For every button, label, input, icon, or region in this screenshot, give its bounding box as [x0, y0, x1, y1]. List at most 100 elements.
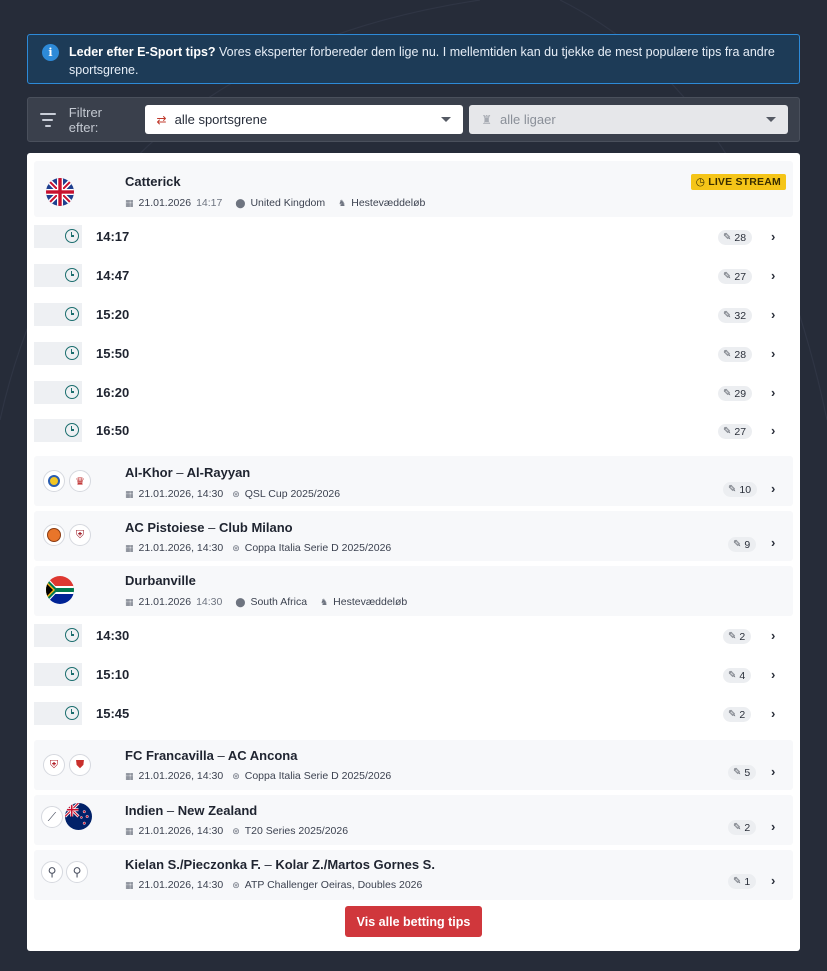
chevron-right-icon[interactable]: ›	[771, 268, 775, 283]
match-separator: –	[166, 803, 175, 818]
tips-count: 29	[734, 387, 747, 400]
calendar-icon: ▦	[125, 197, 134, 208]
race-time: 15:10	[96, 667, 130, 682]
live-stream-badge[interactable]: ◷ LIVE STREAM	[690, 174, 786, 190]
race-row[interactable]: 15:10 ✎ 4 ›	[34, 663, 793, 686]
tips-count: 32	[734, 309, 747, 322]
match-title: AC Pistoiese – Club Milano	[125, 520, 293, 535]
event-card-durbanville[interactable]: Durbanville ▦ 21.01.2026 14:30 ⬤ South A…	[34, 566, 793, 616]
tips-count-badge: ✎ 28	[718, 230, 753, 245]
location-pin-icon: ⬤	[235, 596, 246, 607]
team-logo-al-rayyan: ♛	[69, 470, 91, 492]
chevron-right-icon[interactable]: ›	[771, 307, 775, 322]
south-africa-flag-icon	[46, 576, 74, 604]
chevron-right-icon[interactable]: ›	[771, 873, 775, 888]
clock-icon	[65, 229, 79, 243]
home-team: Kielan S./Pieczonka F.	[125, 857, 261, 872]
tennis-racket-icon: ⚲	[41, 861, 63, 883]
team-logo-ac-pistoiese	[43, 524, 65, 546]
match-title: Al-Khor – Al-Rayyan	[125, 465, 250, 480]
match-card-alkhor[interactable]: ♛ Al-Khor – Al-Rayyan ▦ 21.01.2026, 14:3…	[34, 456, 793, 506]
match-separator: –	[217, 748, 225, 763]
cricket-bat-icon: ⟋	[41, 806, 63, 828]
calendar-icon: ▦	[125, 596, 134, 607]
esport-info-banner: i Leder efter E-Sport tips? Vores eksper…	[27, 34, 800, 84]
away-team: Al-Rayyan	[186, 465, 251, 480]
pencil-icon: ✎	[728, 631, 737, 642]
calendar-icon: ▦	[125, 488, 134, 499]
league-select-value: alle ligaer	[500, 112, 556, 127]
chevron-right-icon[interactable]: ›	[771, 385, 775, 400]
chevron-right-icon[interactable]: ›	[771, 229, 775, 244]
match-card-francavilla[interactable]: ⛨ ⛊ FC Francavilla – AC Ancona ▦ 21.01.2…	[34, 740, 793, 790]
pencil-icon: ✎	[728, 709, 737, 720]
calendar-icon: ▦	[125, 825, 134, 836]
event-card-catterick[interactable]: Catterick ▦ 21.01.2026 14:17 ⬤ United Ki…	[34, 161, 793, 217]
chevron-right-icon[interactable]: ›	[771, 346, 775, 361]
race-row[interactable]: 15:20 ✎ 32 ›	[34, 303, 793, 326]
race-row[interactable]: 16:20 ✎ 29 ›	[34, 381, 793, 404]
event-country: United Kingdom	[250, 197, 326, 209]
match-card-indien[interactable]: ⟋ Indien – New Zealand ▦ 21.01.2026, 14:…	[34, 795, 793, 845]
match-card-kielan[interactable]: ⚲ ⚲ Kielan S./Pieczonka F. – Kolar Z./Ma…	[34, 850, 793, 900]
event-date: 21.01.2026	[138, 596, 192, 608]
tips-count: 27	[734, 425, 747, 438]
match-meta: ▦ 21.01.2026, 14:30 ⊛ ATP Challenger Oei…	[125, 879, 422, 891]
tips-count: 2	[744, 821, 751, 834]
match-datetime: 21.01.2026, 14:30	[138, 542, 224, 554]
event-time: 14:17	[196, 197, 223, 209]
match-title: Kielan S./Pieczonka F. – Kolar Z./Martos…	[125, 857, 435, 872]
race-row[interactable]: 14:17 ✎ 28 ›	[34, 225, 793, 248]
chevron-right-icon[interactable]: ›	[771, 667, 775, 682]
race-row[interactable]: 14:30 ✎ 2 ›	[34, 624, 793, 647]
event-time: 14:30	[196, 596, 223, 608]
tips-count: 10	[739, 483, 752, 496]
tips-count-badge: ✎ 29	[718, 386, 753, 401]
match-league: ATP Challenger Oeiras, Doubles 2026	[244, 879, 423, 891]
chevron-right-icon[interactable]: ›	[771, 535, 775, 550]
chevron-right-icon[interactable]: ›	[771, 764, 775, 779]
clock-icon	[65, 628, 79, 642]
chevron-right-icon[interactable]: ›	[771, 423, 775, 438]
sport-select[interactable]: ⇄ alle sportsgrene	[144, 105, 464, 134]
tips-count: 1	[744, 875, 751, 888]
league-select[interactable]: ♜ alle ligaer	[469, 105, 788, 134]
filter-label: Filtrer efter:	[68, 104, 103, 135]
race-row[interactable]: 15:50 ✎ 28 ›	[34, 342, 793, 365]
race-row[interactable]: 16:50 ✎ 27 ›	[34, 419, 793, 442]
horse-icon: ♞	[338, 197, 347, 208]
info-text: Leder efter E-Sport tips? Vores eksperte…	[69, 45, 775, 77]
chevron-right-icon[interactable]: ›	[771, 628, 775, 643]
show-all-tips-button[interactable]: Vis alle betting tips	[345, 906, 482, 937]
info-icon: i	[42, 44, 59, 61]
home-team: FC Francavilla	[125, 748, 214, 763]
event-name: Catterick	[125, 174, 181, 189]
match-datetime: 21.01.2026, 14:30	[138, 825, 224, 837]
live-stream-label: LIVE STREAM	[708, 176, 781, 188]
league-icon: ⊛	[232, 825, 240, 836]
away-team: AC Ancona	[227, 748, 298, 763]
match-card-pistoiese[interactable]: ⛨ AC Pistoiese – Club Milano ▦ 21.01.202…	[34, 511, 793, 561]
chevron-right-icon[interactable]: ›	[771, 819, 775, 834]
race-row[interactable]: 14:47 ✎ 27 ›	[34, 264, 793, 287]
match-separator: –	[176, 465, 184, 480]
league-icon: ⊛	[232, 770, 240, 781]
location-pin-icon: ⬤	[235, 197, 246, 208]
tips-count-badge: ✎ 2	[723, 629, 752, 644]
race-time: 14:30	[96, 628, 130, 643]
filter-icon	[39, 112, 57, 127]
match-league: QSL Cup 2025/2026	[244, 488, 341, 500]
match-league: Coppa Italia Serie D 2025/2026	[244, 770, 392, 782]
race-time: 15:45	[96, 706, 130, 721]
pencil-icon: ✎	[723, 232, 732, 243]
tips-count-badge: ✎ 28	[718, 347, 753, 362]
event-name: Durbanville	[125, 573, 196, 588]
chevron-right-icon[interactable]: ›	[771, 706, 775, 721]
race-row[interactable]: 15:45 ✎ 2 ›	[34, 702, 793, 725]
event-sport: Hestevæddeløb	[333, 596, 408, 608]
clock-icon	[65, 706, 79, 720]
pencil-icon: ✎	[723, 349, 732, 360]
pencil-icon: ✎	[733, 876, 742, 887]
chevron-right-icon[interactable]: ›	[771, 481, 775, 496]
event-sport: Hestevæddeløb	[351, 197, 426, 209]
